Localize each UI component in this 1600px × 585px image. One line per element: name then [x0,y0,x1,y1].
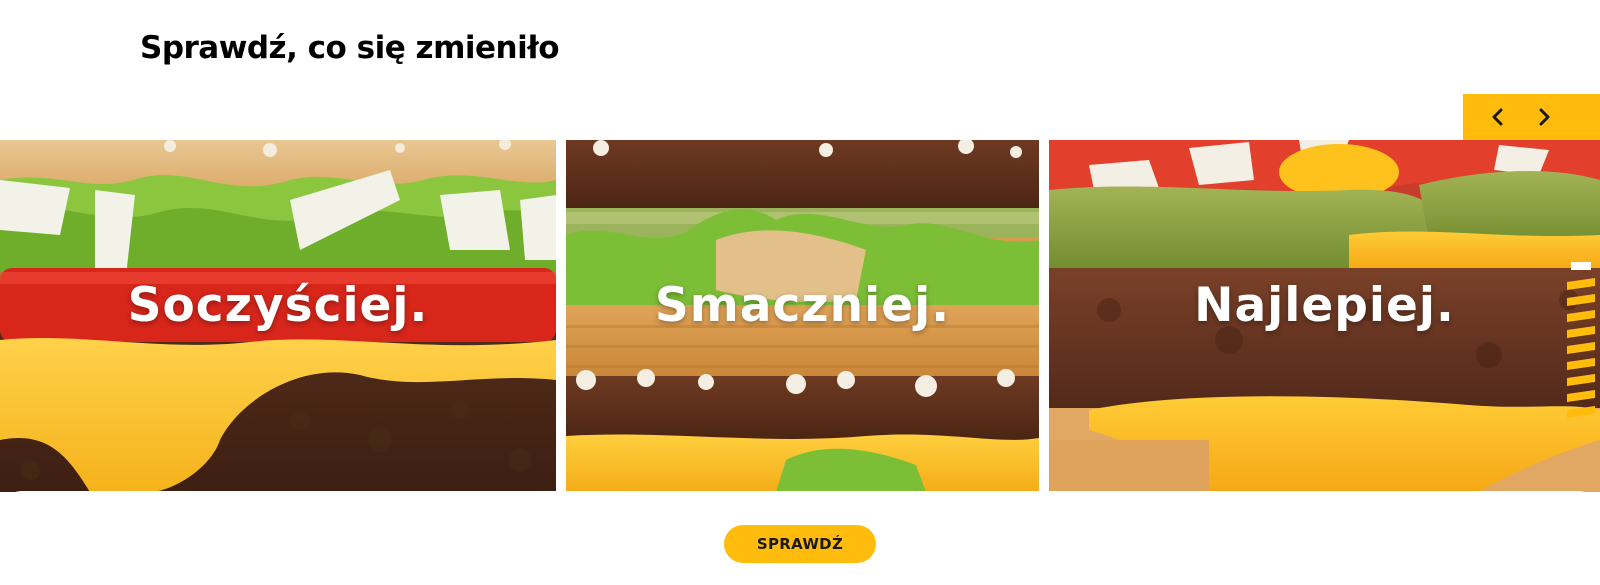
carousel-slide-3[interactable]: Najlepiej. [1049,140,1600,492]
sprawdz-button[interactable]: SPRAWDŹ [724,525,876,563]
slide-2-title: Smaczniej. [654,278,951,333]
carousel-slide-1[interactable]: Soczyściej. [0,140,556,492]
chevron-right-icon [1539,108,1550,126]
slide-1-title: Soczyściej. [127,278,429,333]
section-title: Sprawdź, co się zmieniło [140,30,560,66]
decorative-stripes [1567,262,1595,418]
carousel-slide-2[interactable]: Smaczniej. [566,140,1039,492]
carousel-prev-button[interactable] [1481,100,1515,134]
slide-3-title: Najlepiej. [1194,278,1455,333]
chevron-left-icon [1492,108,1503,126]
carousel-nav [1463,94,1600,140]
carousel-next-button[interactable] [1527,100,1561,134]
